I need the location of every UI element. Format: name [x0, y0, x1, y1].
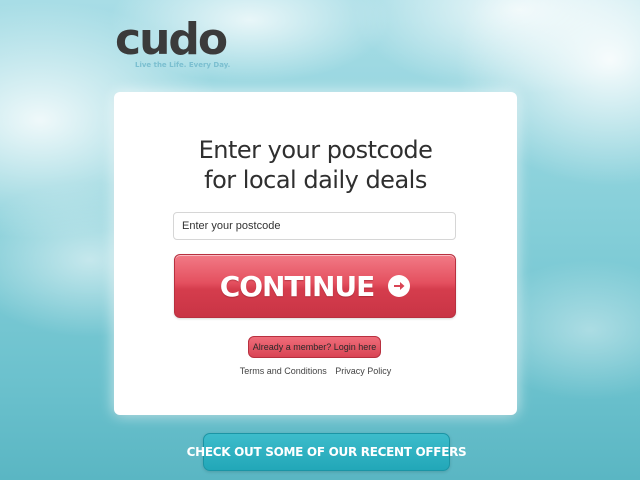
privacy-link[interactable]: Privacy Policy	[335, 366, 391, 376]
login-button[interactable]: Already a member? Login here	[248, 336, 381, 358]
headline-line-2: for local daily deals	[204, 166, 427, 194]
postcode-input[interactable]	[173, 212, 456, 240]
logo-wordmark: cudo	[115, 14, 228, 65]
footer-links: Terms and Conditions Privacy Policy	[114, 366, 517, 376]
headline-line-1: Enter your postcode	[198, 136, 433, 164]
continue-button[interactable]: CONTINUE	[174, 254, 456, 318]
cudo-logo[interactable]: cudo Live the Life. Every Day.	[115, 14, 231, 70]
terms-link[interactable]: Terms and Conditions	[240, 366, 327, 376]
recent-offers-button[interactable]: CHECK OUT SOME OF OUR RECENT OFFERS	[187, 433, 467, 471]
arrow-right-circle-icon	[388, 275, 411, 297]
arrow-right-glyph	[394, 282, 405, 290]
logo-tagline: Live the Life. Every Day.	[135, 61, 231, 69]
continue-button-label: CONTINUE	[219, 269, 376, 303]
postcode-card: Enter your postcode for local daily deal…	[114, 92, 517, 415]
page-headline: Enter your postcode for local daily deal…	[114, 135, 517, 195]
